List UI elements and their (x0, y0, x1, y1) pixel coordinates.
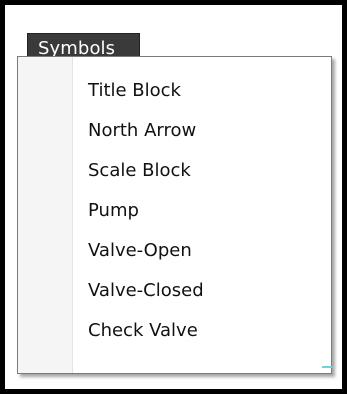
menu-item-scale-block[interactable]: Scale Block (18, 151, 331, 191)
menu-item-valve-closed[interactable]: Valve-Closed (18, 271, 331, 311)
menu-item-title-block[interactable]: Title Block (18, 71, 331, 111)
background-accent-line (322, 366, 332, 368)
menu-item-north-arrow[interactable]: North Arrow (18, 111, 331, 151)
symbols-dropdown-menu: Title Block North Arrow Scale Block Pump… (17, 56, 332, 374)
menu-bar: Symbols (5, 5, 342, 63)
menu-item-list: Title Block North Arrow Scale Block Pump… (18, 71, 331, 351)
menu-item-pump[interactable]: Pump (18, 191, 331, 231)
menu-item-valve-open[interactable]: Valve-Open (18, 231, 331, 271)
menu-item-check-valve[interactable]: Check Valve (18, 311, 331, 351)
